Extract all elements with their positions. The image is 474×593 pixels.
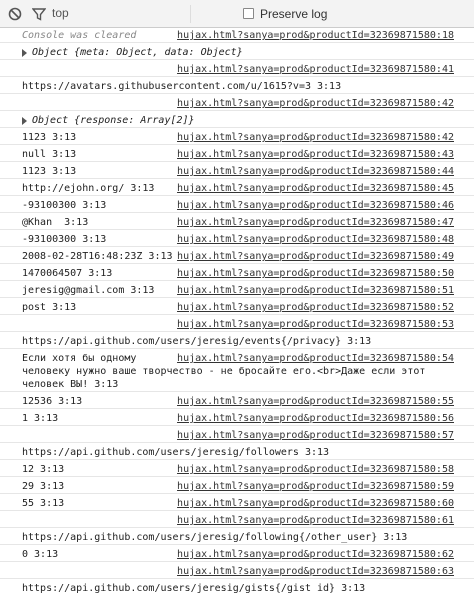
console-message: hujax.html?sanya=prod&productId=32369871… <box>0 315 474 332</box>
toolbar-divider <box>190 5 191 23</box>
source-link[interactable]: hujax.html?sanya=prod&productId=32369871… <box>177 463 454 476</box>
source-link[interactable]: hujax.html?sanya=prod&productId=32369871… <box>177 284 454 297</box>
source-link[interactable]: hujax.html?sanya=prod&productId=32369871… <box>177 233 454 246</box>
console-message: 55 3:13 hujax.html?sanya=prod&productId=3… <box>0 494 474 511</box>
console-message: hujax.html?sanya=prod&productId=32369871… <box>0 94 474 111</box>
context-selector[interactable]: top <box>52 6 69 20</box>
message-text: https://api.github.com/users/jeresig/eve… <box>22 336 372 347</box>
object-preview[interactable]: Object {meta: Object, data: Object} <box>32 46 462 59</box>
source-link[interactable]: hujax.html?sanya=prod&productId=32369871… <box>177 199 454 212</box>
source-link[interactable]: hujax.html?sanya=prod&productId=32369871… <box>177 429 454 442</box>
filter-icon[interactable] <box>32 7 46 21</box>
console-message: 1470064507 3:13 hujax.html?sanya=prod&pro… <box>0 264 474 281</box>
message-text: https://api.github.com/users/jeresig/fol… <box>22 447 330 458</box>
console-message: post 3:13 hujax.html?sanya=prod&productId… <box>0 298 474 315</box>
expand-arrow-icon[interactable] <box>22 49 27 57</box>
console-message: -93100300 3:13 hujax.html?sanya=prod&prod… <box>0 230 474 247</box>
console-message: 12 3:13 hujax.html?sanya=prod&productId=3… <box>0 460 474 477</box>
console-messages: Console was cleared hujax.html?sanya=prod… <box>0 28 474 593</box>
console-toolbar: top Preserve log <box>0 0 474 28</box>
source-link[interactable]: hujax.html?sanya=prod&productId=32369871… <box>177 63 454 76</box>
source-link[interactable]: hujax.html?sanya=prod&productId=32369871… <box>177 514 454 527</box>
console-message: https://api.github.com/users/jeresig/gis… <box>0 579 474 593</box>
preserve-log-checkbox[interactable] <box>243 8 254 19</box>
console-message: 1 3:13 hujax.html?sanya=prod&productId=32… <box>0 409 474 426</box>
console-message: https://avatars.githubusercontent.com/u/… <box>0 77 474 94</box>
source-link[interactable]: hujax.html?sanya=prod&productId=32369871… <box>177 395 454 408</box>
console-message: https://api.github.com/users/jeresig/fol… <box>0 443 474 460</box>
message-text: https://avatars.githubusercontent.com/u/… <box>22 81 342 92</box>
source-link[interactable]: hujax.html?sanya=prod&productId=32369871… <box>177 267 454 280</box>
console-message: hujax.html?sanya=prod&productId=32369871… <box>0 60 474 77</box>
console-message: hujax.html?sanya=prod&productId=32369871… <box>0 511 474 528</box>
console-message: 1123 3:13 hujax.html?sanya=prod&productId… <box>0 162 474 179</box>
object-preview[interactable]: Object {response: Array[2]} <box>32 114 462 127</box>
console-message: Object {meta: Object, data: Object} <box>0 43 474 60</box>
console-message: https://api.github.com/users/jeresig/fol… <box>0 528 474 545</box>
console-message: jeresig@gmail.com 3:13 hujax.html?sanya=p… <box>0 281 474 298</box>
console-message: http://ejohn.org/ 3:13 hujax.html?sanya=p… <box>0 179 474 196</box>
preserve-log-label: Preserve log <box>260 7 328 21</box>
source-link[interactable]: hujax.html?sanya=prod&productId=32369871… <box>177 250 454 263</box>
expand-arrow-icon[interactable] <box>22 117 27 125</box>
console-message: hujax.html?sanya=prod&productId=32369871… <box>0 426 474 443</box>
console-message: null 3:13 hujax.html?sanya=prod&productId… <box>0 145 474 162</box>
clear-console-icon[interactable] <box>8 7 22 21</box>
console-message: Console was cleared hujax.html?sanya=prod… <box>0 28 474 43</box>
message-text: https://api.github.com/users/jeresig/gis… <box>22 583 366 593</box>
source-link[interactable]: hujax.html?sanya=prod&productId=32369871… <box>177 165 454 178</box>
source-link[interactable]: hujax.html?sanya=prod&productId=32369871… <box>177 548 454 561</box>
source-link[interactable]: hujax.html?sanya=prod&productId=32369871… <box>177 148 454 161</box>
console-message: 12536 3:13 hujax.html?sanya=prod&productI… <box>0 392 474 409</box>
console-message: 1123 3:13 hujax.html?sanya=prod&productId… <box>0 128 474 145</box>
source-link[interactable]: hujax.html?sanya=prod&productId=32369871… <box>177 131 454 144</box>
source-link[interactable]: hujax.html?sanya=prod&productId=32369871… <box>177 497 454 510</box>
source-link[interactable]: hujax.html?sanya=prod&productId=32369871… <box>177 318 454 331</box>
source-link[interactable]: hujax.html?sanya=prod&productId=32369871… <box>177 182 454 195</box>
console-message: -93100300 3:13 hujax.html?sanya=prod&prod… <box>0 196 474 213</box>
console-message: 0 3:13 hujax.html?sanya=prod&productId=32… <box>0 545 474 562</box>
console-message: 2008-02-28T16:48:23Z 3:13 hujax.html?sany… <box>0 247 474 264</box>
console-message: https://api.github.com/users/jeresig/eve… <box>0 332 474 349</box>
source-link[interactable]: hujax.html?sanya=prod&productId=32369871… <box>177 412 454 425</box>
source-link[interactable]: hujax.html?sanya=prod&productId=32369871… <box>177 352 454 365</box>
message-text: https://api.github.com/users/jeresig/fol… <box>22 532 408 543</box>
console-message: Object {response: Array[2]} <box>0 111 474 128</box>
source-link[interactable]: hujax.html?sanya=prod&productId=32369871… <box>177 29 454 42</box>
source-link[interactable]: hujax.html?sanya=prod&productId=32369871… <box>177 480 454 493</box>
console-message: 29 3:13 hujax.html?sanya=prod&productId=3… <box>0 477 474 494</box>
source-link[interactable]: hujax.html?sanya=prod&productId=32369871… <box>177 97 454 110</box>
console-message: hujax.html?sanya=prod&productId=32369871… <box>0 562 474 579</box>
source-link[interactable]: hujax.html?sanya=prod&productId=32369871… <box>177 565 454 578</box>
source-link[interactable]: hujax.html?sanya=prod&productId=32369871… <box>177 301 454 314</box>
console-message: @Khan 3:13 hujax.html?sanya=prod&productI… <box>0 213 474 230</box>
console-message: Если хотя бы одному человеку нужно ваше … <box>0 349 474 392</box>
source-link[interactable]: hujax.html?sanya=prod&productId=32369871… <box>177 216 454 229</box>
